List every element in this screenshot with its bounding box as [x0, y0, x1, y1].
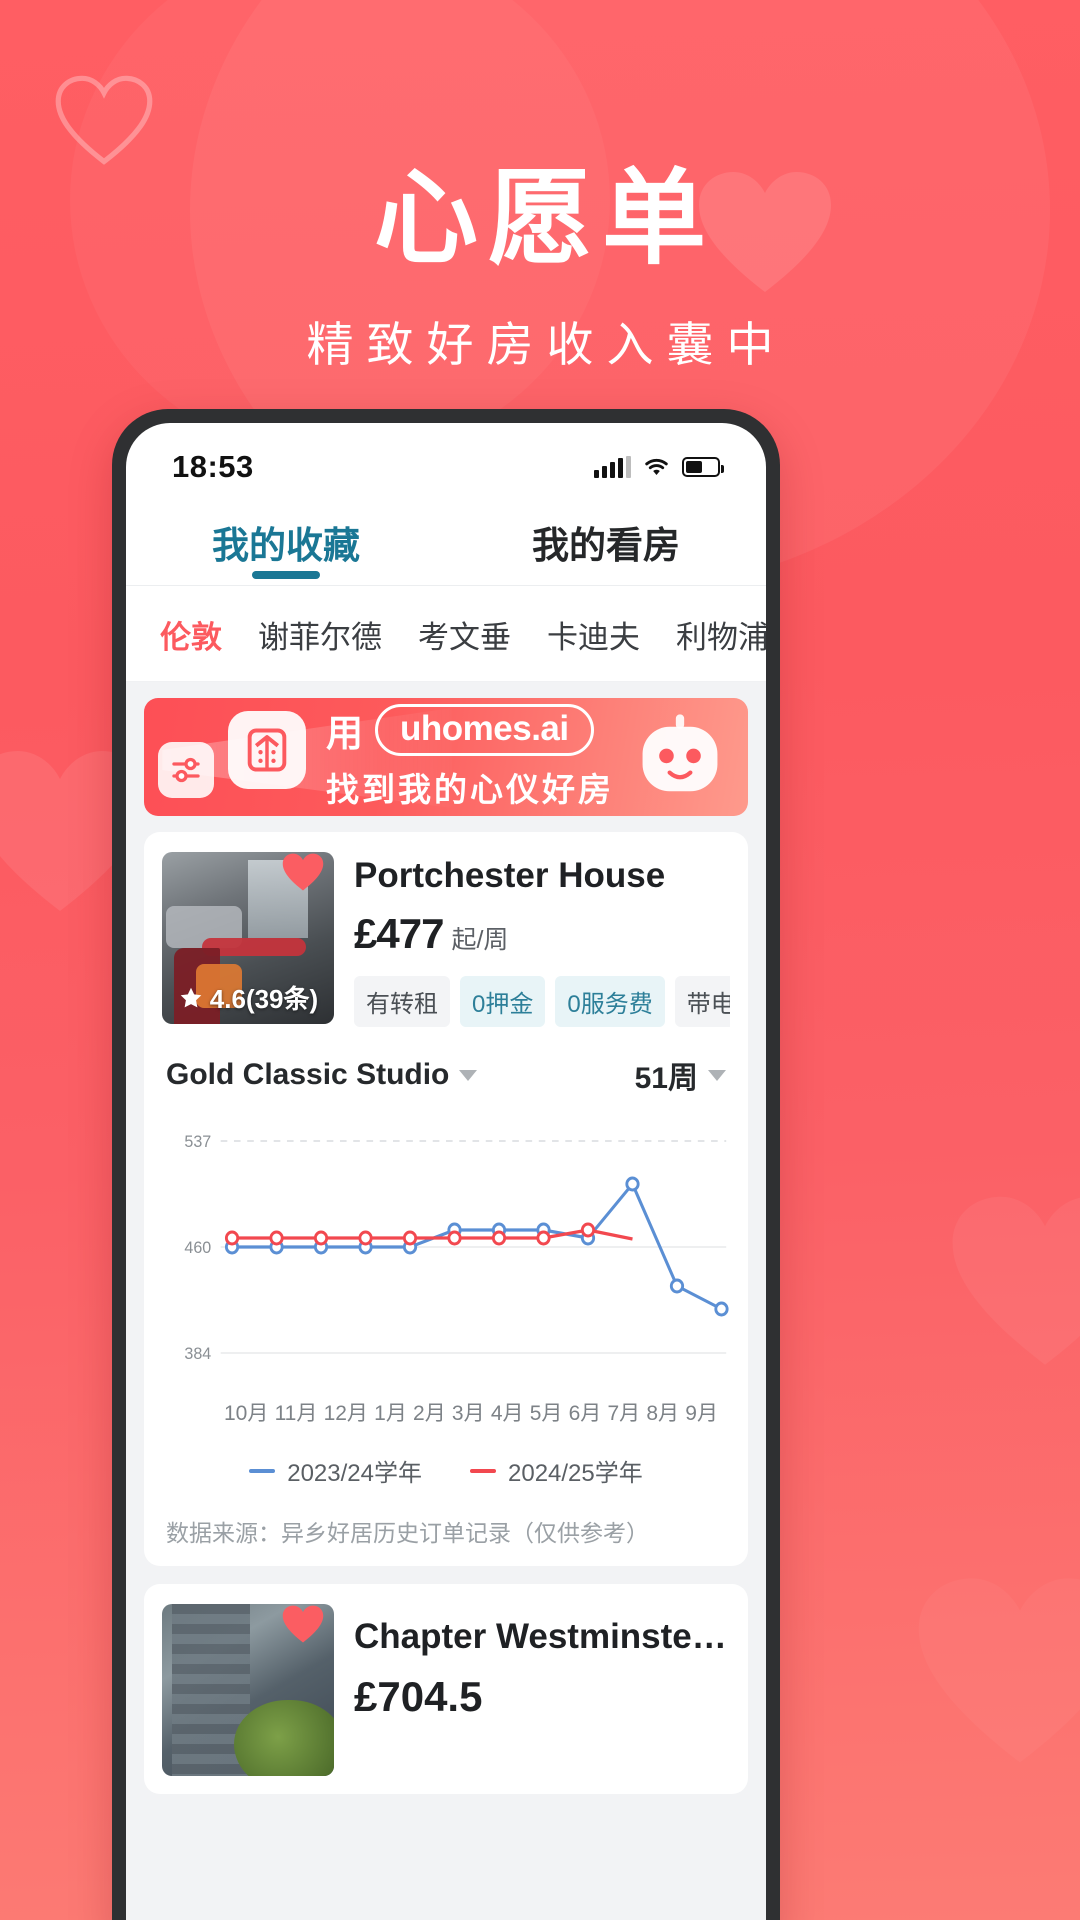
legend-swatch-red	[470, 1468, 496, 1473]
status-bar: 18:53	[126, 423, 766, 497]
uhomes-ai-banner[interactable]: 用 uhomes.ai 找到我的心仪好房	[144, 698, 748, 816]
xtick-10: 8月	[646, 1402, 680, 1425]
property-info: Portchester House £477 起/周 有转租 0押金 0服务费 …	[354, 852, 730, 1027]
city-filter-bar: 伦敦 谢菲尔德 考文垂 卡迪夫 利物浦	[126, 586, 766, 682]
chart-source-note: 数据来源：异乡好居历史订单记录（仅供参考）	[166, 1520, 649, 1546]
tab-my-favorites[interactable]: 我的收藏	[126, 515, 446, 585]
chart-plot-area: 537 460 384	[162, 1119, 730, 1389]
cellular-signal-icon	[594, 456, 631, 478]
property-name-2: Chapter Westminster(原Pound...	[354, 1617, 730, 1656]
property-name: Portchester House	[354, 856, 666, 895]
rating-badge: 4.6(39条)	[162, 979, 334, 1016]
legend-item-2024-25: 2024/25学年	[470, 1453, 643, 1488]
ytick-460: 460	[184, 1238, 211, 1258]
banner-prefix: 用	[326, 713, 363, 754]
property-price-2: £704.5	[354, 1673, 483, 1720]
phone-screen: 18:53 我的收藏 我的看房 伦敦 谢菲尔德 考文垂 卡迪夫 利物浦 用 uh…	[126, 423, 766, 1920]
chart-svg: 537 460 384	[184, 1132, 729, 1364]
city-chip-sheffield[interactable]: 谢菲尔德	[258, 612, 382, 657]
chevron-down-icon	[459, 1069, 478, 1081]
property-info-2: Chapter Westminster(原Pound... £704.5	[354, 1604, 730, 1776]
xtick-4: 2月	[413, 1402, 446, 1425]
heart-decoration-right-lower-icon	[940, 1180, 1080, 1390]
chevron-down-icon	[708, 1069, 726, 1081]
price-unit: 起/周	[451, 926, 509, 954]
legend-label-2024-25: 2024/25学年	[508, 1460, 643, 1487]
xtick-7: 5月	[529, 1402, 563, 1425]
heart-outline-icon	[52, 70, 156, 174]
status-icons	[594, 456, 724, 478]
xtick-3: 1月	[374, 1402, 407, 1425]
property-summary-2: Chapter Westminster(原Pound... £704.5	[162, 1604, 730, 1776]
xtick-1: 11月	[274, 1402, 318, 1425]
xtick-9: 7月	[607, 1402, 641, 1425]
filter-sliders-icon	[158, 742, 214, 798]
battery-icon	[682, 457, 724, 477]
wifi-icon	[643, 457, 670, 477]
price-amount: £477	[354, 910, 444, 957]
status-time: 18:53	[172, 449, 254, 484]
property-tag-list: 有转租 0押金 0服务费 带电梯 新公寓	[354, 976, 730, 1027]
city-chip-cardiff[interactable]: 卡迪夫	[547, 612, 640, 657]
weeks-selector[interactable]: 51周	[635, 1053, 726, 1097]
robot-mascot-icon	[628, 706, 732, 810]
tab-my-viewings[interactable]: 我的看房	[446, 515, 766, 585]
xtick-8: 6月	[568, 1402, 602, 1425]
favorite-heart-icon-2[interactable]	[280, 1604, 326, 1648]
weeks-label: 51周	[634, 1062, 698, 1095]
banner-tagline: 找到我的心仪好房	[326, 771, 614, 808]
city-chip-london[interactable]: 伦敦	[160, 612, 222, 657]
price-history-chart: Gold Classic Studio 51周 537 460 384 10月 …	[162, 1053, 730, 1548]
tag-sublet: 有转租	[354, 976, 450, 1027]
banner-text: 用 uhomes.ai 找到我的心仪好房	[326, 703, 614, 811]
favorite-heart-icon[interactable]	[280, 852, 326, 896]
room-type-label: Gold Classic Studio	[166, 1058, 450, 1091]
chart-x-axis: 10月 11月 12月 1月 2月 3月 4月 5月 6月 7月 8月 9月	[162, 1389, 730, 1427]
tag-no-service-fee: 0服务费	[555, 976, 665, 1027]
legend-label-2023-24: 2023/24学年	[287, 1460, 422, 1487]
property-price: £477 起/周	[354, 910, 730, 958]
legend-swatch-blue	[249, 1468, 276, 1473]
page-subtitle: 精致好房收入囊中	[306, 317, 787, 371]
hero-section: 心愿单 精致好房收入囊中	[0, 160, 1080, 375]
property-card[interactable]: 4.6(39条) Portchester House £477 起/周 有转租 …	[144, 832, 748, 1566]
banner-brand: uhomes.ai	[375, 704, 594, 756]
page-title: 心愿单	[373, 161, 716, 277]
xtick-5: 3月	[451, 1402, 485, 1425]
ytick-537: 537	[184, 1132, 211, 1152]
xtick-6: 4月	[490, 1402, 524, 1425]
rating-text: 4.6(39条)	[209, 984, 319, 1014]
tag-elevator: 带电梯	[674, 976, 730, 1027]
chart-header: Gold Classic Studio 51周	[162, 1053, 730, 1097]
tag-no-deposit: 0押金	[460, 976, 546, 1027]
city-chip-liverpool[interactable]: 利物浦	[676, 612, 766, 657]
xtick-11: 9月	[685, 1402, 718, 1425]
city-chip-coventry[interactable]: 考文垂	[418, 612, 511, 657]
ytick-384: 384	[184, 1344, 211, 1364]
main-tabs: 我的收藏 我的看房	[126, 497, 766, 586]
xtick-2: 12月	[323, 1402, 368, 1425]
property-thumbnail-2[interactable]	[162, 1604, 334, 1776]
phone-mockup: 18:53 我的收藏 我的看房 伦敦 谢菲尔德 考文垂 卡迪夫 利物浦 用 uh…	[112, 409, 780, 1920]
legend-item-2023-24: 2023/24学年	[249, 1453, 422, 1488]
property-summary: 4.6(39条) Portchester House £477 起/周 有转租 …	[162, 852, 730, 1027]
property-card-2[interactable]: Chapter Westminster(原Pound... £704.5	[144, 1584, 748, 1794]
building-icon	[228, 711, 306, 789]
chart-legend: 2023/24学年 2024/25学年	[162, 1453, 730, 1488]
favorites-feed: 用 uhomes.ai 找到我的心仪好房 4.6(39条) Portcheste…	[126, 682, 766, 1920]
heart-decoration-bottom-icon	[905, 1560, 1080, 1790]
property-thumbnail[interactable]: 4.6(39条)	[162, 852, 334, 1024]
xtick-0: 10月	[224, 1402, 269, 1425]
room-type-selector[interactable]: Gold Classic Studio	[166, 1058, 478, 1092]
star-icon	[180, 987, 202, 1007]
